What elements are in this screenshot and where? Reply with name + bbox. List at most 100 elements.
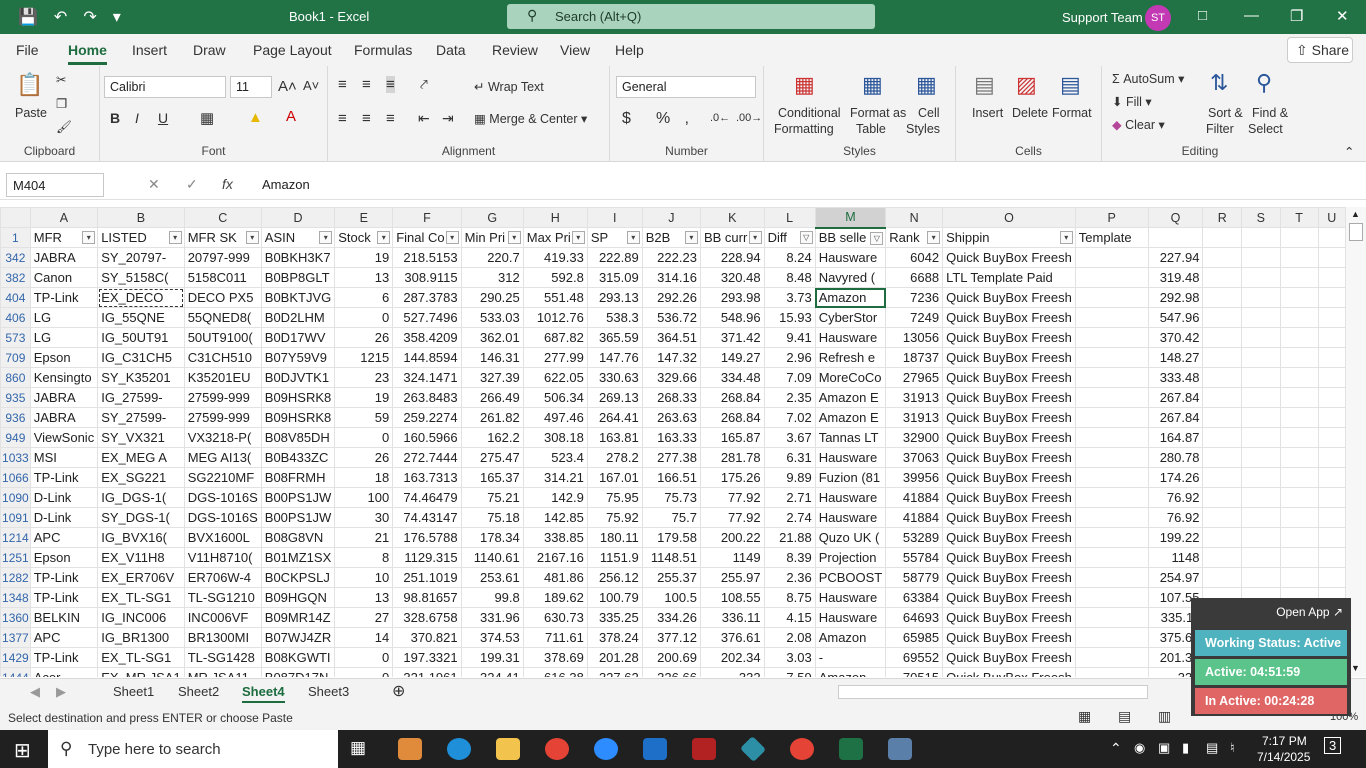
filezilla-icon[interactable]	[692, 738, 716, 760]
orientation-icon[interactable]: ⤤	[420, 76, 428, 93]
autosum-button[interactable]: Σ AutoSum ▾	[1112, 71, 1184, 86]
cell[interactable]: TP-Link	[29, 587, 99, 608]
cell[interactable]: 4.15	[763, 607, 816, 628]
cell[interactable]: 255.37	[641, 567, 701, 588]
cell[interactable]	[1317, 347, 1346, 368]
column-header[interactable]: O	[942, 207, 1076, 228]
sort-filter-label-2[interactable]: Filter	[1206, 122, 1234, 136]
row-header[interactable]: 1348	[0, 587, 31, 608]
cell[interactable]: 19	[334, 387, 394, 408]
cell[interactable]: 253.61	[460, 567, 524, 588]
header-cell[interactable]: MFR ▾	[29, 227, 99, 248]
cell[interactable]: 536.72	[641, 307, 701, 328]
cell[interactable]: 75.18	[460, 507, 524, 528]
cell[interactable]	[1202, 327, 1243, 348]
cell[interactable]	[1279, 347, 1319, 368]
cell[interactable]: 76.92	[1147, 507, 1204, 528]
cell[interactable]	[1074, 307, 1149, 328]
collapse-ribbon-icon[interactable]: ⌃	[1344, 144, 1354, 159]
network-icon[interactable]: ▤	[1206, 740, 1218, 756]
cell[interactable]: 2167.16	[522, 547, 588, 568]
decrease-decimal-icon[interactable]: .00→	[736, 112, 762, 124]
filter-dropdown-icon[interactable]: ▾	[626, 231, 640, 244]
cell[interactable]: Quick BuyBox Freesh	[942, 387, 1076, 408]
cell[interactable]: 6688	[885, 267, 944, 288]
cell[interactable]	[1279, 387, 1319, 408]
cell[interactable]: 277.38	[641, 447, 701, 468]
row-header[interactable]: 1360	[0, 607, 31, 628]
delete-cells-icon[interactable]: ▨	[1016, 72, 1037, 98]
cell[interactable]: 75.92	[586, 507, 643, 528]
cell[interactable]: B0BKTJVG	[260, 287, 336, 308]
cell[interactable]: 31913	[885, 387, 944, 408]
share-button[interactable]: ⇧ Share	[1287, 37, 1353, 63]
cell[interactable]: 268.33	[641, 387, 701, 408]
cell[interactable]: 616.38	[522, 667, 588, 677]
cell[interactable]: 280.78	[1147, 447, 1204, 468]
cell[interactable]: EX_MEG A	[97, 447, 185, 468]
cell[interactable]: Hausware	[814, 447, 887, 468]
cell[interactable]: 293.98	[699, 287, 765, 308]
sheet-tab-sheet3[interactable]: Sheet3	[308, 684, 349, 699]
cell[interactable]: 0	[334, 647, 394, 668]
cell[interactable]: B0DJVTK1	[260, 367, 336, 388]
user-name[interactable]: Support Team	[1062, 10, 1143, 25]
column-header[interactable]: L	[763, 207, 816, 228]
cell[interactable]: 3.03	[763, 647, 816, 668]
cell[interactable]: 77.92	[699, 487, 765, 508]
cell[interactable]	[1202, 507, 1243, 528]
cell[interactable]: 7.02	[763, 407, 816, 428]
cell[interactable]	[1074, 467, 1149, 488]
cell[interactable]: 376.61	[699, 627, 765, 648]
cell[interactable]: JABRA	[29, 407, 99, 428]
cell[interactable]: 277.99	[522, 347, 588, 368]
font-color-icon[interactable]: A	[286, 108, 296, 125]
cell[interactable]	[1317, 567, 1346, 588]
number-format-select[interactable]: General	[616, 76, 756, 98]
cell[interactable]: Quick BuyBox Freesh	[942, 667, 1076, 677]
enter-icon[interactable]: ✓	[186, 176, 198, 193]
cell[interactable]	[1279, 507, 1319, 528]
row-header[interactable]: 1429	[0, 647, 31, 668]
sort-filter-icon[interactable]: ⇅	[1210, 70, 1228, 96]
filter-dropdown-icon[interactable]: ▾	[377, 231, 391, 244]
column-header[interactable]: E	[334, 207, 394, 228]
cell[interactable]	[1202, 447, 1243, 468]
cell[interactable]: 15.93	[763, 307, 816, 328]
cell[interactable]: 321.1961	[392, 667, 462, 677]
cell[interactable]: 200.22	[699, 527, 765, 548]
cell[interactable]: 259.2274	[392, 407, 462, 428]
meet-icon[interactable]: ◉	[1134, 740, 1145, 756]
cell[interactable]: 1148.51	[641, 547, 701, 568]
cell[interactable]: Quick BuyBox Freesh	[942, 647, 1076, 668]
chrome-icon[interactable]	[545, 738, 569, 760]
format-cells-button[interactable]: Format	[1052, 106, 1092, 120]
close-icon[interactable]: ✕	[1336, 7, 1349, 25]
cell[interactable]: Quick BuyBox Freesh	[942, 367, 1076, 388]
cell[interactable]: 290.25	[460, 287, 524, 308]
cell[interactable]: MR.JSA11	[183, 667, 262, 677]
filter-dropdown-icon[interactable]: ▾	[748, 231, 762, 244]
cell[interactable]: 378.69	[522, 647, 588, 668]
tab-home[interactable]: Home	[68, 42, 107, 65]
cell[interactable]: Quick BuyBox Freesh	[942, 567, 1076, 588]
column-header[interactable]: R	[1202, 207, 1243, 228]
header-cell[interactable]: MFR SK ▾	[183, 227, 262, 248]
tab-draw[interactable]: Draw	[193, 42, 226, 58]
cell[interactable]: TP-Link	[29, 287, 99, 308]
cell[interactable]: BR1300MI	[183, 627, 262, 648]
cell[interactable]	[1202, 287, 1243, 308]
cell[interactable]	[1317, 547, 1346, 568]
cell[interactable]: 547.96	[1147, 307, 1204, 328]
cell[interactable]: B07WJ4ZR	[260, 627, 336, 648]
cell[interactable]	[1147, 227, 1204, 248]
cell[interactable]	[1317, 427, 1346, 448]
row-header[interactable]: 1090	[0, 487, 31, 508]
cell[interactable]	[1074, 507, 1149, 528]
cell[interactable]: TL-SG1428	[183, 647, 262, 668]
font-name-select[interactable]: Calibri	[104, 76, 226, 98]
cell[interactable]: Quick BuyBox Freesh	[942, 347, 1076, 368]
cell[interactable]	[1317, 387, 1346, 408]
cell[interactable]	[1317, 227, 1346, 248]
cell[interactable]	[1279, 427, 1319, 448]
